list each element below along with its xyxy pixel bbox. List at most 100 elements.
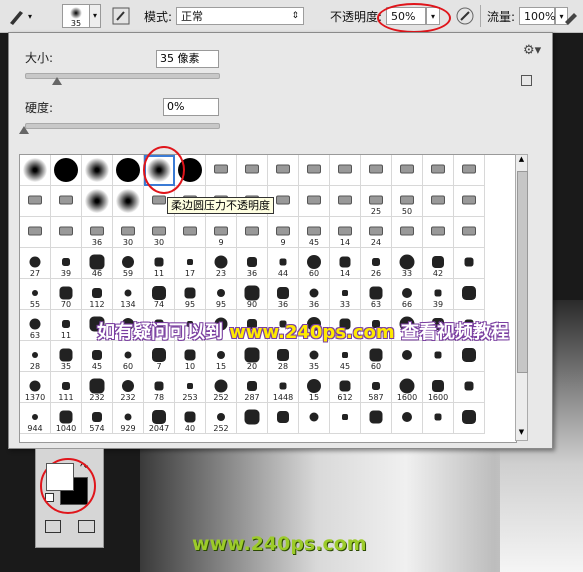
- brush-preset-cell[interactable]: [330, 155, 361, 186]
- brush-preset-cell[interactable]: 36: [299, 279, 330, 310]
- brush-preset-cell[interactable]: 27: [20, 248, 51, 279]
- brush-preset-cell[interactable]: [330, 186, 361, 217]
- quick-mask-icon[interactable]: [45, 520, 61, 533]
- brush-preset-cell[interactable]: [454, 186, 485, 217]
- brush-preset-cell[interactable]: [454, 248, 485, 279]
- brush-preset-cell[interactable]: [361, 403, 392, 434]
- brush-preset-cell[interactable]: [454, 372, 485, 403]
- brush-preset-cell[interactable]: [237, 217, 268, 248]
- brush-preset-cell[interactable]: [392, 155, 423, 186]
- brush-preset-cell[interactable]: [454, 403, 485, 434]
- brush-preset-cell[interactable]: [113, 186, 144, 217]
- brush-preset-cell[interactable]: 59: [113, 248, 144, 279]
- brush-preset-cell[interactable]: 111: [51, 372, 82, 403]
- brush-preset-cell[interactable]: 60: [299, 248, 330, 279]
- brush-preset-cell[interactable]: 929: [113, 403, 144, 434]
- brush-preset-cell[interactable]: 60: [113, 341, 144, 372]
- brush-preset-cell[interactable]: 1040: [51, 403, 82, 434]
- screen-mode-icon[interactable]: [78, 520, 95, 533]
- brush-preset-cell[interactable]: 10: [175, 341, 206, 372]
- brush-preset-cell[interactable]: [392, 341, 423, 372]
- new-preset-icon[interactable]: [521, 75, 532, 86]
- brush-preset-cell[interactable]: [82, 155, 113, 186]
- brush-preset-cell[interactable]: 23: [206, 248, 237, 279]
- brush-preset-cell[interactable]: [51, 155, 82, 186]
- brush-preset-cell[interactable]: 26: [361, 248, 392, 279]
- brush-preset-cell[interactable]: 232: [82, 372, 113, 403]
- brush-preset-cell[interactable]: 112: [82, 279, 113, 310]
- brush-preset-cell[interactable]: [361, 155, 392, 186]
- brush-preset-cell[interactable]: 612: [330, 372, 361, 403]
- size-slider-thumb[interactable]: [52, 77, 62, 85]
- brush-preset-cell[interactable]: 66: [392, 279, 423, 310]
- brush-preset-cell[interactable]: 9: [268, 217, 299, 248]
- brush-panel-toggle[interactable]: [112, 5, 130, 27]
- brush-preset-cell[interactable]: [20, 186, 51, 217]
- brush-preset-cell[interactable]: 587: [361, 372, 392, 403]
- brush-grid-scrollbar[interactable]: ▲ ▼: [515, 154, 528, 441]
- brush-preset-cell[interactable]: [299, 155, 330, 186]
- mode-select[interactable]: 正常 ⇕: [176, 7, 305, 25]
- brush-preset-cell[interactable]: 45: [299, 217, 330, 248]
- brush-preset-cell[interactable]: 45: [82, 341, 113, 372]
- brush-preset-cell[interactable]: 17: [175, 248, 206, 279]
- brush-preset-cell[interactable]: [20, 155, 51, 186]
- brush-preset-cell[interactable]: 33: [330, 279, 361, 310]
- brush-preset-cell[interactable]: [392, 403, 423, 434]
- brush-preset-cell[interactable]: [423, 186, 454, 217]
- brush-preset-cell[interactable]: [423, 155, 454, 186]
- foreground-color-swatch[interactable]: [46, 463, 74, 491]
- brush-preset-cell[interactable]: [206, 155, 237, 186]
- brush-preset-cell[interactable]: [392, 217, 423, 248]
- brush-tool-icon[interactable]: ▾: [6, 5, 32, 27]
- brush-preset-cell[interactable]: 11: [144, 248, 175, 279]
- brush-preset-cell[interactable]: [113, 155, 144, 186]
- brush-preset-cell[interactable]: 30: [113, 217, 144, 248]
- brush-preset-cell[interactable]: 35: [299, 341, 330, 372]
- brush-preset-cell[interactable]: 78: [144, 372, 175, 403]
- scroll-up-arrow[interactable]: ▲: [516, 155, 527, 167]
- brush-preset-cell[interactable]: 30: [144, 217, 175, 248]
- brush-preset-cell[interactable]: [82, 186, 113, 217]
- brush-preset-cell[interactable]: [175, 217, 206, 248]
- brush-preset-cell[interactable]: 25: [361, 186, 392, 217]
- brush-preset-cell[interactable]: 63: [361, 279, 392, 310]
- brush-preset-cell[interactable]: [51, 186, 82, 217]
- brush-preset-cell[interactable]: 42: [423, 248, 454, 279]
- airbrush-toggle[interactable]: [562, 5, 580, 27]
- brush-preset-cell[interactable]: 50: [392, 186, 423, 217]
- brush-preset-cell[interactable]: 252: [206, 372, 237, 403]
- brush-preset-cell[interactable]: 1600: [392, 372, 423, 403]
- brush-preset-cell[interactable]: 287: [237, 372, 268, 403]
- brush-preset-cell[interactable]: 7: [144, 341, 175, 372]
- brush-preset-cell[interactable]: 44: [268, 248, 299, 279]
- brush-preset-cell[interactable]: 14: [330, 217, 361, 248]
- hardness-input[interactable]: 0%: [163, 98, 219, 116]
- brush-preset-cell[interactable]: 39: [423, 279, 454, 310]
- brush-preset-cell[interactable]: [237, 403, 268, 434]
- brush-preset-cell[interactable]: 95: [206, 279, 237, 310]
- brush-preset-cell[interactable]: 28: [268, 341, 299, 372]
- brush-preset-cell[interactable]: [454, 279, 485, 310]
- brush-preset-cell[interactable]: 9: [206, 217, 237, 248]
- brush-preset-cell[interactable]: 1370: [20, 372, 51, 403]
- brush-preset-cell[interactable]: 40: [175, 403, 206, 434]
- brush-preset-cell[interactable]: 95: [175, 279, 206, 310]
- brush-preset-cell[interactable]: [454, 155, 485, 186]
- brush-preset-cell[interactable]: [423, 403, 454, 434]
- pressure-opacity-toggle[interactable]: [455, 5, 475, 27]
- hardness-slider-track[interactable]: [25, 123, 220, 129]
- brush-preset-cell[interactable]: [299, 403, 330, 434]
- brush-preset-cell[interactable]: 35: [51, 341, 82, 372]
- brush-preset-cell[interactable]: [454, 341, 485, 372]
- brush-preset-cell[interactable]: 15: [206, 341, 237, 372]
- brush-preset-cell[interactable]: 70: [51, 279, 82, 310]
- brush-preset-cell[interactable]: [330, 403, 361, 434]
- brush-preset-cell[interactable]: 33: [392, 248, 423, 279]
- brush-preset-cell[interactable]: 11: [51, 310, 82, 341]
- brush-preset-cell[interactable]: 134: [113, 279, 144, 310]
- hardness-slider-thumb[interactable]: [19, 126, 29, 134]
- brush-preset-cell[interactable]: 574: [82, 403, 113, 434]
- brush-preset-cell[interactable]: 36: [82, 217, 113, 248]
- brush-preset-cell[interactable]: [268, 155, 299, 186]
